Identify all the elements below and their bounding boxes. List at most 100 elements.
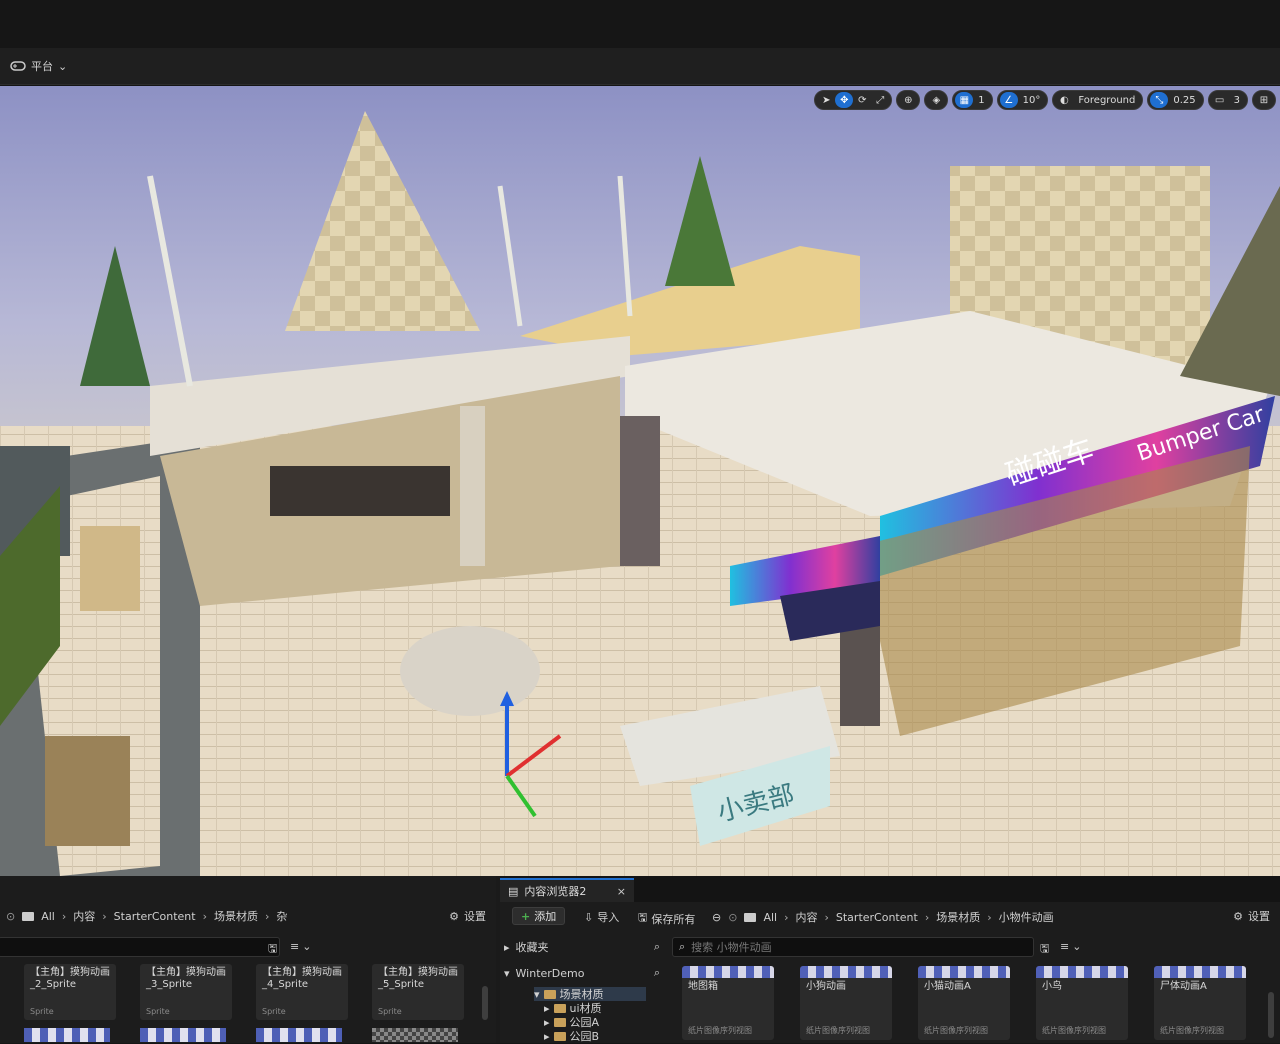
save-search-button[interactable]: 🖫 — [268, 940, 277, 959]
asset-type: 纸片图像序列视图 — [688, 1026, 752, 1035]
add-button[interactable]: + 添加 — [512, 907, 566, 925]
folder-icon — [744, 912, 757, 922]
translate-tool[interactable]: ✥ — [835, 92, 854, 108]
tree-item[interactable]: ▾ 场景材质 — [534, 987, 646, 1001]
tree-item-label: 公园B — [569, 1030, 600, 1043]
move-icon: ✥ — [840, 94, 849, 106]
select-tool[interactable]: ➤ — [817, 92, 835, 108]
breadcrumb-item[interactable]: StarterContent — [114, 910, 196, 923]
breadcrumb-item[interactable]: 小物件动画 — [999, 909, 1054, 925]
project-header[interactable]: ▾ WinterDemo ⌕ — [504, 963, 660, 983]
asset-type: Sprite — [378, 1007, 402, 1016]
gamepad-icon — [10, 61, 26, 71]
asset-tile[interactable]: 【主角】摸狗动画_3_Sprite Sprite — [140, 964, 232, 1020]
breadcrumb-item[interactable]: All — [763, 911, 777, 924]
breadcrumb-item[interactable]: All — [41, 910, 55, 923]
breadcrumb-item[interactable]: 内容 — [795, 909, 817, 925]
search-icon: ⌕ — [679, 940, 686, 953]
asset-tile[interactable]: 【主角】摸狗动画_2_Sprite Sprite — [24, 964, 116, 1020]
scale-snap-toggle[interactable]: ⤡ — [1150, 92, 1169, 108]
rotation-snap-value[interactable]: 10° — [1018, 95, 1046, 106]
save-icon: 🖫 — [268, 942, 278, 955]
asset-tile[interactable]: 地图箱 纸片图像序列视图 — [682, 966, 774, 1040]
filter-icon: ≡ — [1060, 940, 1070, 953]
import-button[interactable]: ⇩ 导入 — [584, 909, 619, 925]
chevron-right-icon: ▸ — [544, 1001, 550, 1015]
scale-tool[interactable]: ⤢ — [871, 92, 889, 108]
asset-name: 地图箱 — [688, 981, 718, 992]
asset-thumbnail — [682, 966, 774, 978]
save-search-button[interactable]: 🖫 — [1040, 940, 1049, 959]
scale-snap-value[interactable]: 0.25 — [1168, 95, 1200, 106]
breadcrumb-item[interactable]: 杂 — [276, 908, 287, 924]
asset-tile[interactable]: 小狗动画 纸片图像序列视图 — [800, 966, 892, 1040]
save-all-button[interactable]: 🖫 保存所有 — [638, 909, 695, 928]
search-icon[interactable]: ⌕ — [654, 940, 660, 954]
asset-type: Sprite — [262, 1007, 286, 1016]
content-browser-1: ⊙ All › 内容 › StarterContent › 场景材质 › 杂 ⚙ 设置 … — [0, 876, 496, 1043]
asset-tile[interactable]: 【主角】摸狗动画_5_Sprite Sprite — [372, 964, 464, 1020]
asset-name: 【主角】摸狗动画_4_Sprite — [262, 967, 342, 990]
breadcrumb-item[interactable]: 内容 — [73, 908, 95, 924]
asset-thumbnail[interactable] — [24, 1028, 110, 1042]
asset-tile[interactable]: 小鸟 纸片图像序列视图 — [1036, 966, 1128, 1040]
filter-button[interactable]: ≡ ⌄ — [290, 940, 311, 953]
breadcrumb-item[interactable]: 场景材质 — [214, 908, 258, 924]
grid-snap-value[interactable]: 1 — [973, 95, 989, 106]
tree-item[interactable]: ▸ 公园B — [544, 1029, 600, 1044]
asset-thumbnail[interactable] — [140, 1028, 226, 1042]
save-icon: 🖫 — [1040, 942, 1050, 955]
angle-icon: ∠ — [1004, 94, 1014, 106]
history-icon[interactable]: ⊙ — [6, 910, 15, 923]
coordinate-system[interactable]: ⊕ — [896, 90, 921, 110]
scrollbar[interactable] — [482, 986, 488, 1020]
camera-speed-group[interactable]: ▭ 3 — [1207, 90, 1248, 110]
tab-bar: ▤ 内容浏览器2 × — [500, 876, 1280, 902]
search-input[interactable]: ⌕ 搜索 小物件动画 — [672, 937, 1034, 957]
breadcrumb: ⊙ All › 内容 › StarterContent › 场景材质 › 杂 — [6, 905, 287, 927]
settings-label: 设置 — [464, 910, 486, 923]
settings-label: 设置 — [1248, 910, 1270, 923]
asset-tile[interactable]: 尸体动画A 纸片图像序列视图 — [1154, 966, 1246, 1040]
scrollbar[interactable] — [1268, 992, 1274, 1038]
search-icon[interactable]: ⌕ — [654, 966, 660, 980]
close-icon[interactable]: × — [617, 885, 626, 898]
asset-thumbnail — [1154, 966, 1246, 978]
asset-name: 小狗动画 — [806, 981, 846, 992]
save-icon: 🖫 — [638, 911, 648, 924]
filter-button[interactable]: ≡ ⌄ — [1060, 940, 1081, 953]
tab-content-browser-2[interactable]: ▤ 内容浏览器2 × — [500, 878, 634, 902]
rotate-tool[interactable]: ⟳ — [853, 92, 871, 108]
asset-tile[interactable]: 小猫动画A 纸片图像序列视图 — [918, 966, 1010, 1040]
asset-type: 纸片图像序列视图 — [924, 1026, 988, 1035]
tree-item[interactable]: ▸ 公园A — [544, 1015, 599, 1030]
asset-thumbnail[interactable] — [372, 1028, 458, 1042]
search-placeholder: 搜索 小物件动画 — [691, 941, 772, 954]
add-label: 添加 — [534, 910, 557, 923]
asset-tile[interactable]: 【主角】摸狗动画_4_Sprite Sprite — [256, 964, 348, 1020]
back-icon[interactable]: ⊖ — [712, 911, 721, 924]
asset-type: 纸片图像序列视图 — [806, 1026, 870, 1035]
tree-item[interactable]: ▸ ui材质 — [544, 1001, 602, 1016]
platform-button[interactable]: 平台 ⌄ — [10, 58, 67, 74]
layout-group[interactable]: ⊞ — [1252, 90, 1276, 110]
settings-button[interactable]: ⚙ 设置 — [1233, 908, 1270, 924]
layer-selector[interactable]: Foreground — [1073, 95, 1140, 106]
search-input[interactable] — [0, 937, 280, 957]
snap-icon: ◈ — [932, 94, 941, 106]
rotation-snap-toggle[interactable]: ∠ — [999, 92, 1018, 108]
chevron-down-icon: ⌄ — [58, 59, 68, 73]
asset-thumbnail[interactable] — [256, 1028, 342, 1042]
scene-render: 碰碰车 Bumper Car 小卖部 — [0, 111, 1280, 876]
tab-label: 内容浏览器2 — [524, 885, 587, 898]
layer-group: ◐ Foreground — [1052, 90, 1144, 110]
grid-snap-toggle[interactable]: ▦ — [955, 92, 974, 108]
settings-button[interactable]: ⚙ 设置 — [449, 908, 486, 924]
level-viewport[interactable]: 碰碰车 Bumper Car 小卖部 ➤ ✥ ⟳ ⤢ ⊕ ◈ ▦ 1 ∠ 10°… — [0, 86, 1280, 876]
surface-snapping[interactable]: ◈ — [924, 90, 949, 110]
breadcrumb-item[interactable]: StarterContent — [836, 911, 918, 924]
chevron-right-icon: › — [102, 909, 107, 923]
forward-icon[interactable]: ⊙ — [728, 911, 737, 924]
favorites-header[interactable]: ▸ 收藏夹 ⌕ — [504, 937, 660, 957]
breadcrumb-item[interactable]: 场景材质 — [936, 909, 980, 925]
